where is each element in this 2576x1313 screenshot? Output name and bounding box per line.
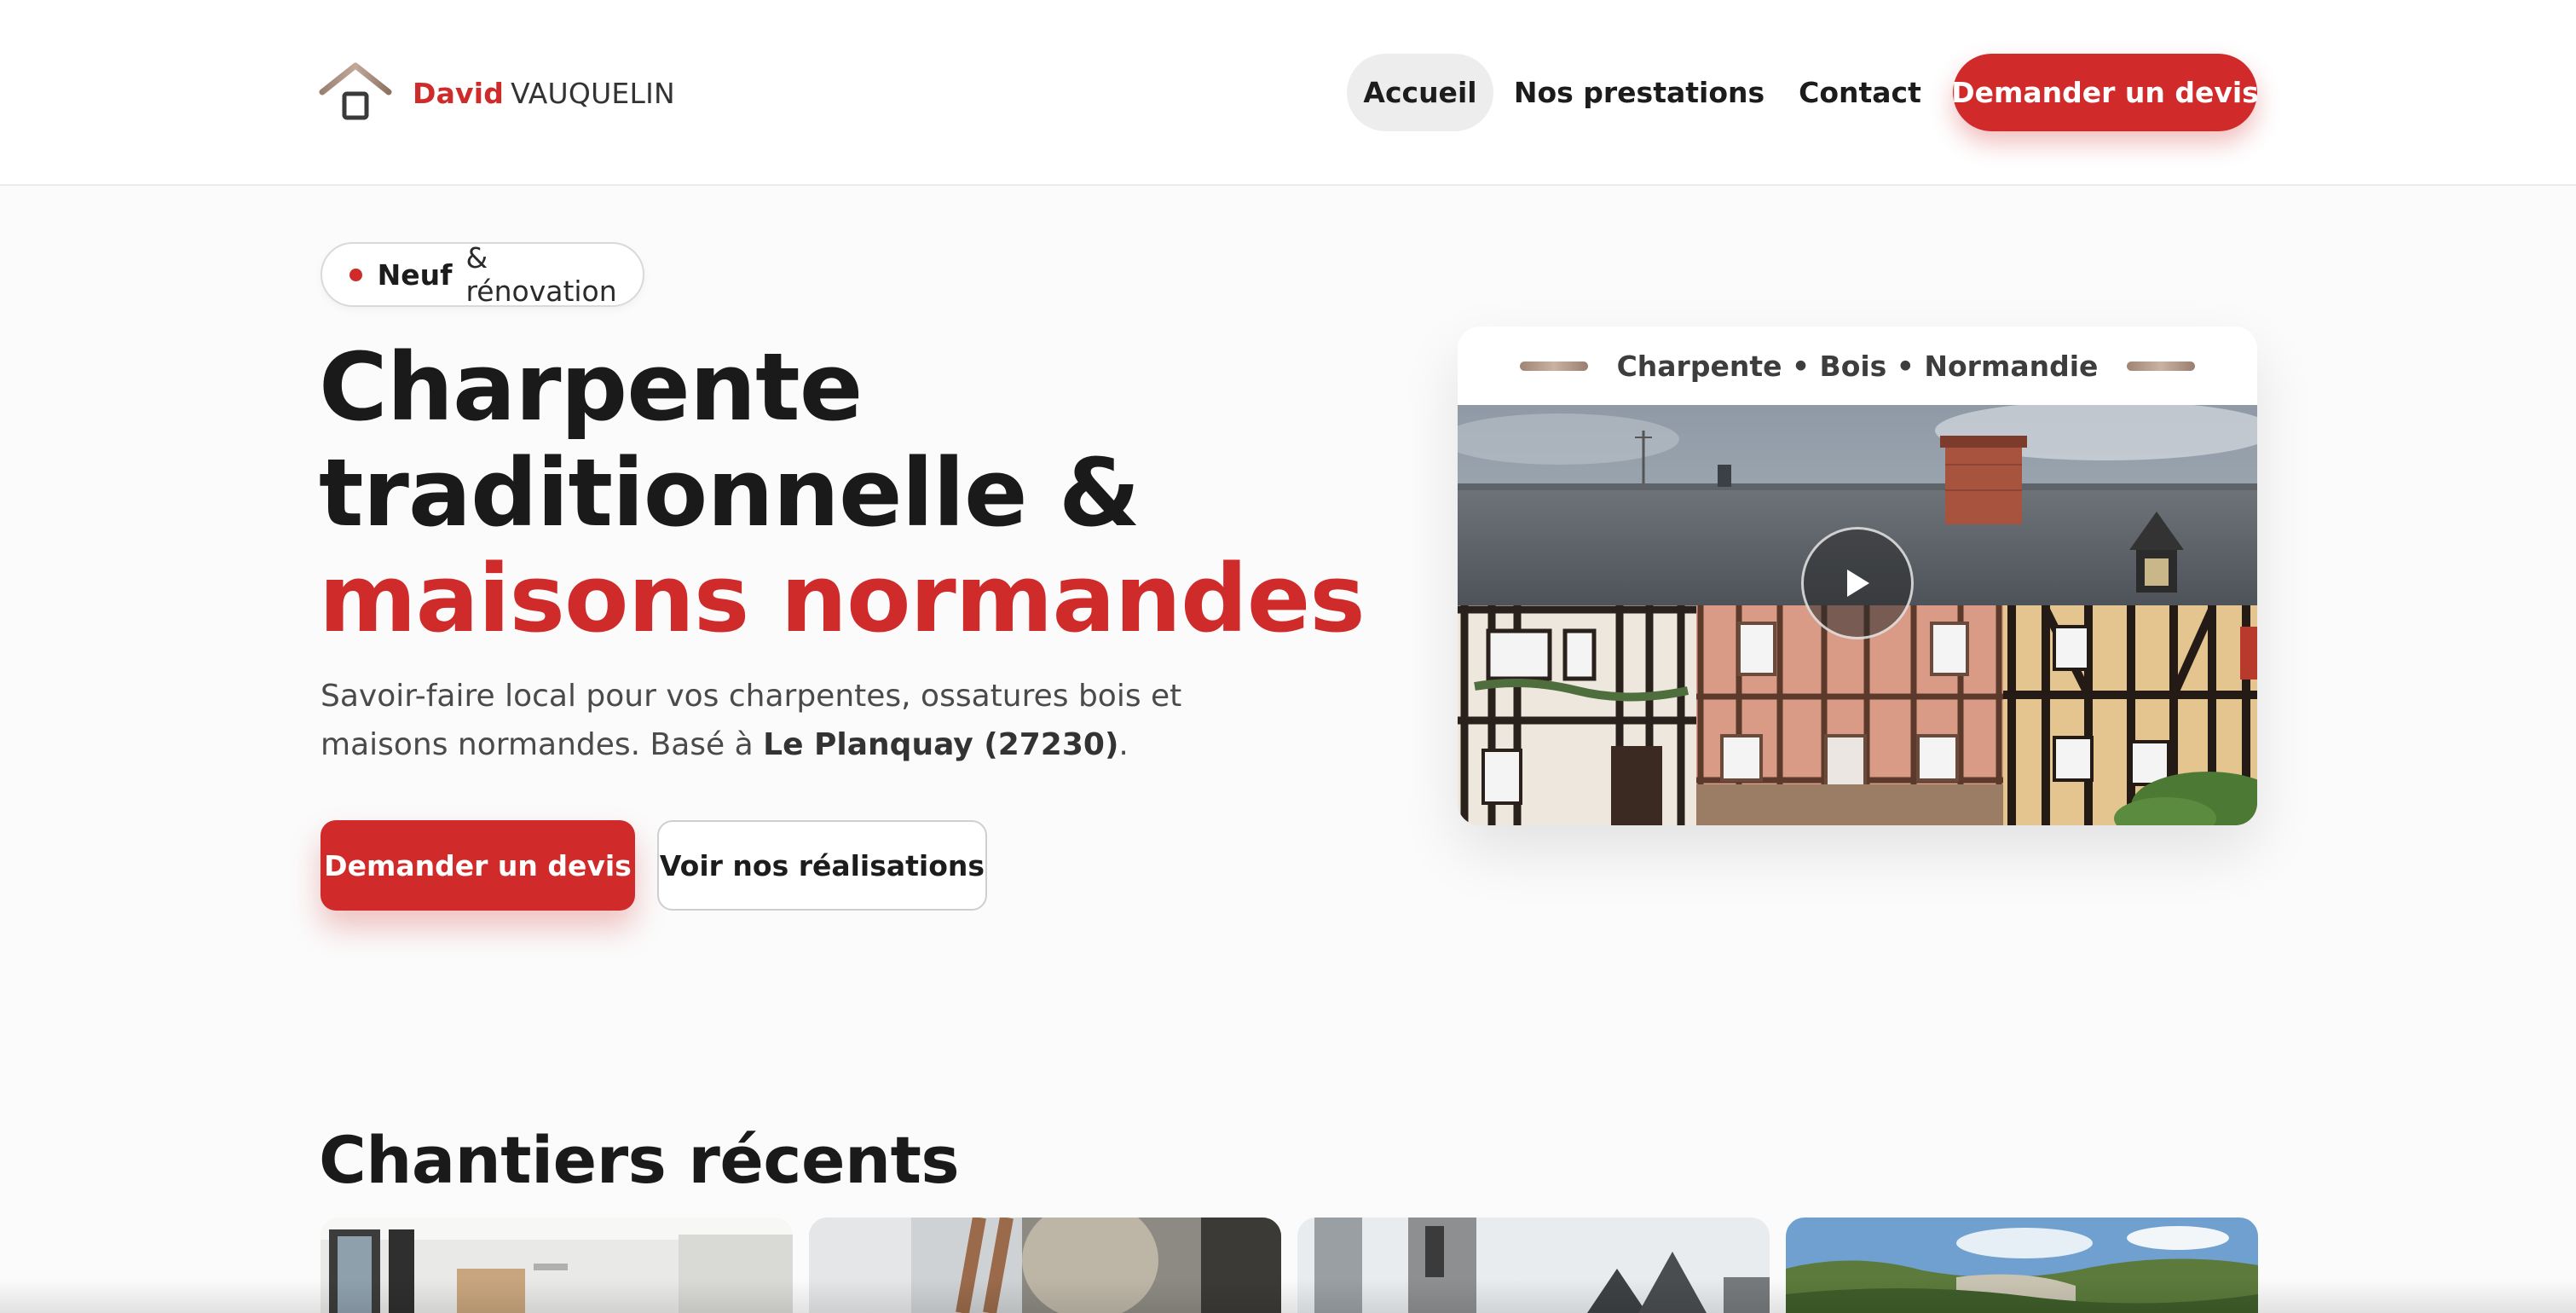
- hero-title: Charpente traditionnelle & maisons norma…: [319, 333, 1366, 653]
- badge-text: & rénovation: [465, 241, 617, 308]
- nav-prestations[interactable]: Nos prestations: [1511, 54, 1767, 131]
- project-image-houses: [1297, 1218, 1770, 1313]
- project-card-4[interactable]: [1786, 1218, 2258, 1313]
- hero-description-end: .: [1118, 727, 1129, 762]
- card-caption: Charpente • Bois • Normandie: [1616, 349, 2099, 383]
- brand-last-name: VAUQUELIN: [511, 76, 675, 110]
- project-image-landscape: [1786, 1218, 2258, 1313]
- recent-projects-title: Chantiers récents: [319, 1122, 960, 1198]
- nav-home[interactable]: Accueil: [1347, 54, 1493, 131]
- project-card-2[interactable]: [809, 1218, 1281, 1313]
- hero-location: Le Planquay (27230): [763, 727, 1119, 762]
- hero-title-line-2: traditionnelle &: [319, 438, 1141, 547]
- house-icon: [319, 62, 392, 124]
- site-header: David VAUQUELIN Accueil Nos prestations C…: [0, 0, 2576, 186]
- hero-title-line-3: maisons normandes: [319, 544, 1366, 653]
- hero-media-card: Charpente • Bois • Normandie: [1458, 327, 2257, 825]
- header-quote-button[interactable]: Demander un devis: [1951, 54, 2259, 131]
- nav-contact[interactable]: Contact: [1787, 54, 1933, 131]
- badge-strong-text: Neuf: [377, 257, 453, 292]
- badge-dot-icon: [349, 268, 362, 281]
- brand-first-name: David: [413, 76, 505, 110]
- hero-quote-button[interactable]: Demander un devis: [321, 820, 635, 911]
- beam-decoration-icon: [2127, 361, 2196, 371]
- beam-decoration-icon: [1519, 361, 1588, 371]
- hero-description: Savoir-faire local pour vos charpentes, …: [321, 672, 1275, 769]
- logo[interactable]: David VAUQUELIN: [319, 61, 675, 124]
- project-card-3[interactable]: [1297, 1218, 1770, 1313]
- hero-projects-button[interactable]: Voir nos réalisations: [657, 820, 987, 911]
- project-card-1[interactable]: [321, 1218, 793, 1313]
- card-caption-bar: Charpente • Bois • Normandie: [1458, 327, 2257, 405]
- hero-badge: Neuf & rénovation: [321, 241, 644, 308]
- project-image-timber: [809, 1218, 1281, 1313]
- hero-title-line-1: Charpente: [319, 333, 863, 442]
- play-button[interactable]: [1801, 527, 1914, 639]
- project-image-interior: [321, 1218, 793, 1313]
- play-icon: [1847, 570, 1869, 597]
- brand-name: David VAUQUELIN: [413, 77, 675, 110]
